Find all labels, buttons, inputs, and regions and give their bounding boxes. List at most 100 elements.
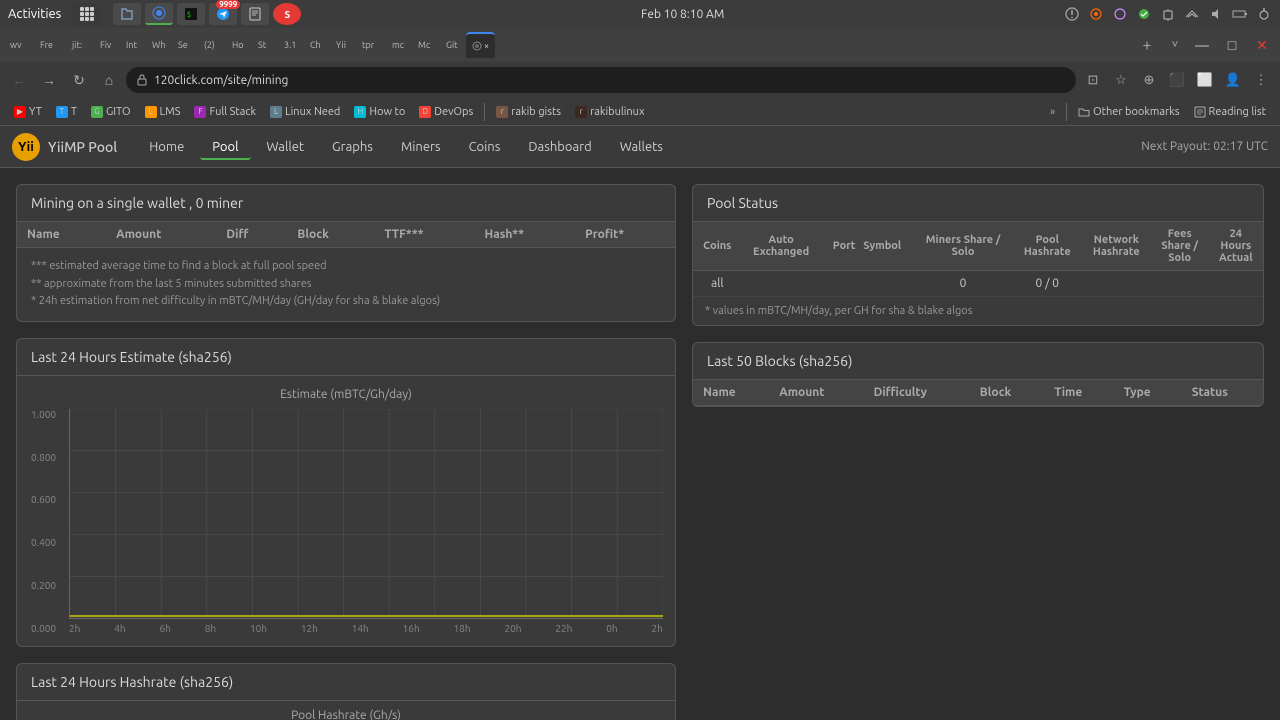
new-tab-button[interactable]: + <box>1134 32 1160 58</box>
nav-miners[interactable]: Miners <box>389 134 453 160</box>
tab-int[interactable]: Int <box>120 32 146 58</box>
bookmark-other[interactable]: Other bookmarks <box>1072 104 1185 120</box>
main-layout: Mining on a single wallet , 0 miner Name… <box>0 168 1280 720</box>
pool-cell-network-hash <box>1082 271 1151 297</box>
tab-mc[interactable]: mc <box>386 32 412 58</box>
more-bookmarks-button[interactable]: » <box>1044 104 1061 120</box>
pool-status-card: Pool Status Coins AutoExchanged Port Sym… <box>692 184 1264 326</box>
t-icon: T <box>56 106 68 118</box>
back-button[interactable]: ← <box>6 67 32 93</box>
tab-st[interactable]: St <box>252 32 278 58</box>
nav-wallets[interactable]: Wallets <box>608 134 675 160</box>
bookmarks-bar: ▶ YT T T G GITO L LMS F Full Stack L Lin… <box>0 98 1280 126</box>
nav-pool[interactable]: Pool <box>200 134 250 160</box>
rakibgists-icon: r <box>496 106 508 118</box>
tab-active[interactable]: × <box>466 32 495 58</box>
lms-icon: L <box>145 106 157 118</box>
reload-button[interactable]: ↻ <box>66 67 92 93</box>
bookmark-gito[interactable]: G GITO <box>85 104 137 120</box>
block-col-block: Block <box>970 380 1044 406</box>
last-blocks-header: Last 50 Blocks (sha256) <box>693 343 1263 380</box>
nav-home[interactable]: Home <box>137 134 196 160</box>
hashrate-chart-card: Last 24 Hours Hashrate (sha256) Pool Has… <box>16 663 676 720</box>
bookmark-linuxneed[interactable]: L Linux Need <box>264 104 346 120</box>
bookmark-devops[interactable]: D DevOps <box>413 104 479 120</box>
tab-se[interactable]: Se <box>172 32 198 58</box>
maximize-button[interactable]: □ <box>1218 31 1246 59</box>
tab-ch[interactable]: Ch <box>304 32 330 58</box>
chart-grid-svg <box>70 409 663 618</box>
col-block: Block <box>287 222 374 248</box>
gito-icon: G <box>91 106 103 118</box>
mining-table: Name Amount Diff Block TTF*** Hash** Pro… <box>17 222 675 248</box>
extension1-button[interactable]: ⬛ <box>1164 67 1190 93</box>
minimize-button[interactable]: — <box>1188 31 1216 59</box>
pool-col-coins: Coins <box>693 222 742 271</box>
close-button[interactable]: ✕ <box>1248 31 1276 59</box>
telegram-app[interactable]: 9999 <box>209 3 237 25</box>
pool-cell-24h <box>1209 271 1263 297</box>
bookmark-lms[interactable]: L LMS <box>139 104 187 120</box>
hashrate-chart-title: Pool Hashrate (Gh/s) <box>29 709 663 720</box>
bookmark-rakibulinux[interactable]: r rakibulinux <box>569 104 650 120</box>
app-nav-links: Home Pool Wallet Graphs Miners Coins Das… <box>137 134 675 160</box>
tab-list-button[interactable]: ˅ <box>1162 32 1188 58</box>
bookmark-button[interactable]: ☆ <box>1108 67 1134 93</box>
app-grid-icon[interactable] <box>73 3 101 25</box>
tab-wha[interactable]: Wh <box>146 32 172 58</box>
color-icon <box>1112 7 1128 21</box>
nav-graphs[interactable]: Graphs <box>320 134 385 160</box>
extension2-button[interactable]: ⬜ <box>1192 67 1218 93</box>
chrome-app[interactable] <box>145 3 173 25</box>
cast-button[interactable]: ⊡ <box>1080 67 1106 93</box>
terminal-app[interactable]: $ <box>177 3 205 25</box>
col-amount: Amount <box>106 222 216 248</box>
lock-icon <box>136 74 148 86</box>
tab-tpr[interactable]: tpr <box>356 32 386 58</box>
app-logo[interactable]: Yii YiiMP Pool <box>12 133 117 161</box>
menu-button[interactable]: ⋮ <box>1248 67 1274 93</box>
bookmark-rakibgists[interactable]: r rakib gists <box>490 104 567 120</box>
col-diff: Diff <box>216 222 287 248</box>
telegram-badge: 9999 <box>216 0 240 9</box>
tab-fb2[interactable]: (2) <box>198 32 226 58</box>
tab-fiv[interactable]: Fiv <box>94 32 120 58</box>
bookmark-reading[interactable]: Reading list <box>1188 104 1272 120</box>
pool-notes: * values in mBTC/MH/day, per GH for sha … <box>693 297 1263 325</box>
nav-dashboard[interactable]: Dashboard <box>516 134 603 160</box>
chart-estimate-title: Estimate (mBTC/Gh/day) <box>29 388 663 401</box>
bookmark-howto[interactable]: H How to <box>348 104 411 120</box>
last-blocks-card: Last 50 Blocks (sha256) Name Amount Diff… <box>692 342 1264 407</box>
translate-button[interactable]: ⊕ <box>1136 67 1162 93</box>
activities-label[interactable]: Activities <box>8 7 61 21</box>
tab-yi[interactable]: Yii <box>330 32 356 58</box>
home-button[interactable]: ⌂ <box>96 67 122 93</box>
text-editor-app[interactable] <box>241 3 269 25</box>
bookmark-t[interactable]: T T <box>50 104 83 120</box>
os-datetime: Feb 10 8:10 AM <box>641 8 724 21</box>
tab-jit[interactable]: jit: <box>66 32 94 58</box>
skype-app[interactable]: S <box>273 3 301 25</box>
tab-ho[interactable]: Ho <box>226 32 252 58</box>
bookmark-yt[interactable]: ▶ YT <box>8 104 48 120</box>
os-system-tray <box>1064 7 1272 21</box>
address-bar[interactable]: 120click.com/site/mining <box>126 67 1076 93</box>
nav-wallet[interactable]: Wallet <box>255 134 317 160</box>
pool-status-header: Pool Status <box>693 185 1263 222</box>
files-app[interactable] <box>113 3 141 25</box>
avatar-button[interactable]: 👤 <box>1220 67 1246 93</box>
chart-container: Estimate (mBTC/Gh/day) 1.000 0.800 0.600… <box>17 376 675 646</box>
hashrate-chart-header: Last 24 Hours Hashrate (sha256) <box>17 664 675 701</box>
tab-git[interactable]: Git <box>440 32 466 58</box>
forward-button[interactable]: → <box>36 67 62 93</box>
estimate-chart-header: Last 24 Hours Estimate (sha256) <box>17 339 675 376</box>
pool-col-miners: Miners Share /Solo <box>913 222 1012 271</box>
tab-31[interactable]: 3.1 <box>278 32 304 58</box>
tab-wv[interactable]: wv <box>4 32 34 58</box>
nav-coins[interactable]: Coins <box>457 134 513 160</box>
tab-mc2[interactable]: Mc <box>412 32 440 58</box>
bookmark-fullstack[interactable]: F Full Stack <box>188 104 262 120</box>
tab-fre[interactable]: Fre <box>34 32 66 58</box>
firefox-icon <box>1088 7 1104 21</box>
block-col-status: Status <box>1182 380 1263 406</box>
